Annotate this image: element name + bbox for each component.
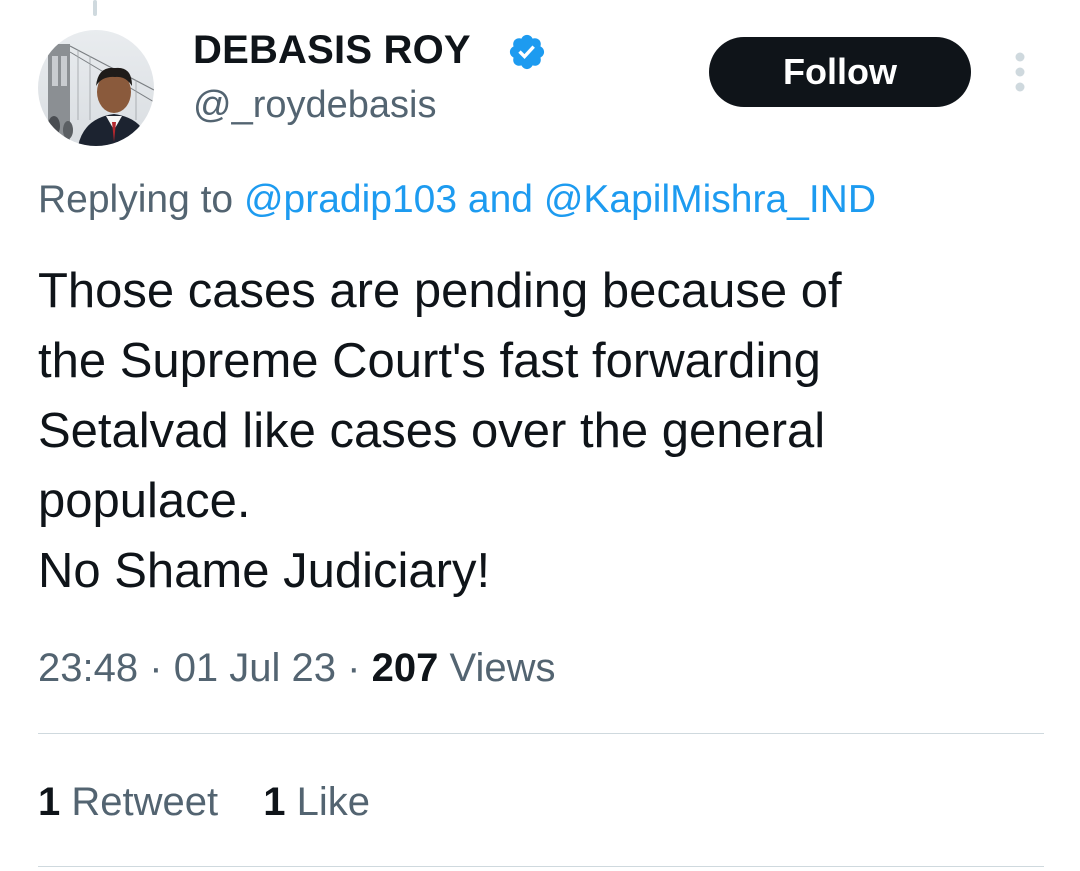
author-display-name[interactable]: DEBASIS ROY — [193, 28, 471, 73]
retweets-count: 1 — [38, 780, 61, 824]
retweets-stat[interactable]: 1 Retweet — [38, 780, 218, 825]
meta-separator-dot: · — [149, 646, 163, 690]
retweets-label: Retweet — [71, 780, 219, 824]
reply-context-separator[interactable]: and — [468, 178, 533, 221]
mention-link-pradip103[interactable]: @pradip103 — [244, 178, 457, 221]
avatar[interactable] — [38, 30, 154, 146]
likes-count: 1 — [263, 780, 286, 824]
tweet-time[interactable]: 23:48 — [38, 646, 138, 690]
tweet-text-line: Setalvad like cases over the general — [38, 404, 826, 458]
views-label: Views — [449, 646, 556, 690]
tweet-text: Those cases are pending because of the S… — [38, 256, 1048, 606]
tweet-date[interactable]: 01 Jul 23 — [174, 646, 336, 690]
profile-photo-icon — [38, 30, 154, 146]
reply-context: Replying to @pradip103 and @KapilMishra_… — [38, 178, 876, 222]
tweet-text-line: No Shame Judiciary! — [38, 544, 491, 598]
author-handle[interactable]: @_roydebasis — [193, 84, 436, 127]
more-vertical-icon[interactable] — [1008, 50, 1032, 94]
thread-connector-line — [93, 0, 97, 16]
tweet-text-line: populace. — [38, 474, 251, 528]
follow-button[interactable]: Follow — [709, 37, 971, 107]
verified-badge-icon — [509, 34, 545, 70]
views-count: 207 — [371, 646, 439, 690]
mention-link-kapilmishra[interactable]: @KapilMishra_IND — [544, 178, 876, 221]
likes-stat[interactable]: 1 Like — [263, 780, 370, 825]
meta-separator-dot: · — [347, 646, 361, 690]
divider — [38, 733, 1044, 734]
tweet-text-line: the Supreme Court's fast forwarding — [38, 334, 821, 388]
divider — [38, 866, 1044, 867]
likes-label: Like — [296, 780, 371, 824]
reply-context-prefix: Replying to — [38, 178, 234, 221]
tweet-metadata: 23:48 · 01 Jul 23 · 207 Views — [38, 646, 555, 691]
tweet-text-line: Those cases are pending because of — [38, 264, 842, 318]
engagement-stats: 1 Retweet 1 Like — [38, 780, 370, 825]
